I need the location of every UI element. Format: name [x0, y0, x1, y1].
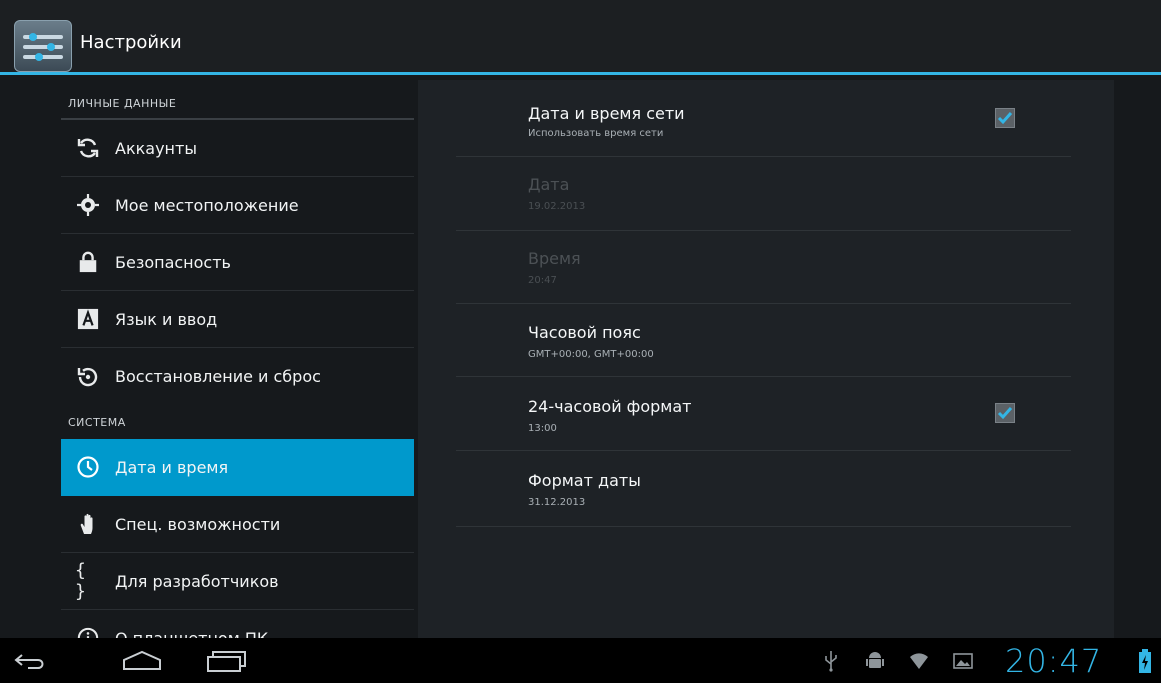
slider-knob [47, 43, 55, 51]
pref-date[interactable]: Дата 19.02.2013 [456, 157, 1071, 231]
slider-knob [35, 53, 43, 61]
sidebar-item-label: Безопасность [115, 252, 231, 272]
status-clock[interactable]: 20:47 [1005, 642, 1102, 680]
slider-bar [23, 45, 63, 49]
settings-categories: ЛИЧНЫЕ ДАННЫЕ Аккаунты Мое местоположени… [61, 88, 414, 638]
sidebar-item-label: Спец. возможности [115, 514, 281, 534]
sidebar-item-security[interactable]: Безопасность [61, 234, 414, 291]
info-icon [75, 625, 101, 638]
sidebar-item-label: Восстановление и сброс [115, 367, 321, 386]
back-icon [14, 653, 44, 669]
recent-apps-icon [207, 650, 246, 672]
pref-time[interactable]: Время 20:47 [456, 231, 1071, 304]
back-button[interactable] [0, 638, 60, 683]
pref-title: 24-часовой формат [528, 397, 692, 416]
pref-summary: 19.02.2013 [528, 201, 586, 212]
pref-title: Формат даты [528, 471, 641, 490]
pref-title: Дата и время сети [528, 104, 685, 123]
sidebar-item-about[interactable]: О планшетном ПК [61, 610, 414, 638]
system-navigation-bar: 20:47 [0, 638, 1161, 683]
sidebar-item-backup-reset[interactable]: Восстановление и сброс [61, 348, 414, 405]
slider-knob [29, 33, 37, 41]
pref-summary: 13:00 [528, 423, 557, 434]
pref-24-hour-format[interactable]: 24-часовой формат 13:00 [456, 377, 1071, 451]
screenshot-image-icon[interactable] [950, 648, 976, 674]
backup-restore-icon [75, 364, 101, 390]
home-icon [123, 650, 161, 670]
braces-icon: { } [75, 560, 86, 602]
sidebar-item-accessibility[interactable]: Спец. возможности [61, 496, 414, 553]
wifi-icon[interactable] [906, 648, 932, 674]
section-header-personal: ЛИЧНЫЕ ДАННЫЕ [61, 88, 414, 120]
pref-title: Дата [528, 175, 570, 194]
android-debug-icon[interactable] [862, 648, 888, 674]
sidebar-item-label: Мое местоположение [115, 195, 299, 215]
pref-title: Время [528, 249, 581, 268]
sync-icon [75, 135, 101, 161]
action-bar: Настройки [0, 0, 1161, 75]
home-button[interactable] [112, 638, 172, 683]
pref-title: Часовой пояс [528, 323, 641, 342]
sidebar-item-label: Аккаунты [115, 138, 197, 158]
clock-icon [75, 454, 101, 480]
sidebar-item-accounts[interactable]: Аккаунты [61, 120, 414, 177]
network-time-checkbox[interactable] [995, 108, 1015, 128]
sidebar-item-location[interactable]: Мое местоположение [61, 177, 414, 234]
pref-date-format[interactable]: Формат даты 31.12.2013 [456, 451, 1071, 527]
settings-screen: Настройки ЛИЧНЫЕ ДАННЫЕ Аккаунты Мое мес… [0, 0, 1161, 683]
battery-icon[interactable] [1133, 648, 1157, 674]
action-bar-divider [0, 72, 1161, 75]
recent-apps-button[interactable] [196, 638, 256, 683]
keyboard-letter-icon [75, 306, 101, 332]
date-time-settings: Дата и время сети Использовать время сет… [418, 80, 1114, 638]
sidebar-item-label: Язык и ввод [115, 309, 218, 329]
lock-icon [75, 249, 101, 275]
settings-app-icon[interactable] [14, 20, 72, 72]
section-header-system: СИСТЕМА [68, 415, 126, 429]
pref-summary: GMT+00:00, GMT+00:00 [528, 349, 654, 360]
pref-summary: 31.12.2013 [528, 497, 586, 508]
sidebar-item-label: О планшетном ПК [115, 628, 269, 639]
slider-bar [23, 55, 63, 59]
hand-icon [75, 511, 101, 537]
pref-network-time[interactable]: Дата и время сети Использовать время сет… [456, 80, 1071, 157]
sidebar-item-developer[interactable]: { } Для разработчиков [61, 553, 414, 610]
checkmark-icon [997, 112, 1013, 125]
usb-icon[interactable] [818, 648, 844, 674]
app-title: Настройки [80, 32, 182, 53]
sidebar-item-label: Для разработчиков [115, 571, 279, 591]
sidebar-item-date-time[interactable]: Дата и время [61, 439, 414, 496]
location-icon [75, 192, 101, 218]
pref-summary: Использовать время сети [528, 128, 664, 139]
pref-summary: 20:47 [528, 275, 557, 286]
sidebar-item-label: Дата и время [115, 457, 229, 477]
sidebar-item-language[interactable]: Язык и ввод [61, 291, 414, 348]
24-hour-checkbox[interactable] [995, 403, 1015, 423]
checkmark-icon [997, 407, 1013, 420]
pref-time-zone[interactable]: Часовой пояс GMT+00:00, GMT+00:00 [456, 304, 1071, 377]
